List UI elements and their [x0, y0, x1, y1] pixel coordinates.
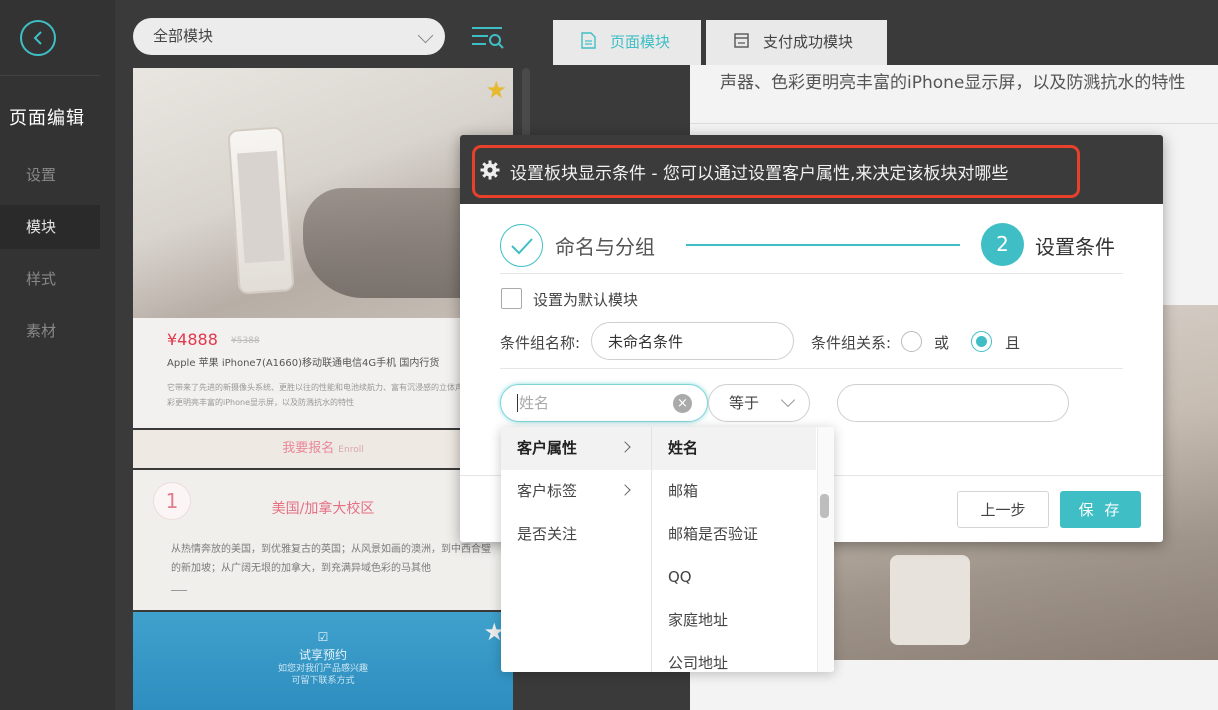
- default-module-checkbox[interactable]: [501, 288, 522, 309]
- trial-title: 试享预约: [298, 648, 347, 662]
- chevron-left-icon: [33, 31, 42, 45]
- relation-and-label: 且: [1005, 334, 1021, 352]
- attribute-option[interactable]: 邮箱是否验证: [652, 513, 816, 556]
- chevron-right-icon: [619, 484, 631, 496]
- sidebar-title: 页面编辑: [9, 108, 85, 129]
- product-old-price: ¥5388: [231, 336, 260, 346]
- gear-icon: [480, 160, 500, 180]
- attribute-option[interactable]: 家庭地址: [652, 599, 816, 642]
- group-name-input[interactable]: [591, 322, 794, 360]
- signup-module-card[interactable]: 我要报名 Enroll: [133, 430, 513, 468]
- step-progress-line: [686, 244, 960, 246]
- payment-icon: [734, 33, 749, 48]
- relation-or-radio[interactable]: [901, 331, 922, 352]
- canvas-divider: [690, 123, 1218, 124]
- group-name-label: 条件组名称:: [500, 334, 581, 352]
- attribute-placeholder: 姓名: [519, 394, 550, 412]
- attribute-option[interactable]: 姓名: [652, 427, 816, 470]
- default-module-label: 设置为默认模块: [533, 291, 639, 309]
- chevron-down-icon: [417, 27, 434, 44]
- category-follow-status[interactable]: 是否关注: [501, 513, 651, 556]
- checkmark-icon: [510, 237, 533, 254]
- tab-page-modules-label: 页面模块: [610, 33, 671, 51]
- attribute-cascade-menu: 客户属性 客户标签 是否关注 姓名 邮箱 邮箱是否验证 QQ 家庭地址 公司地址: [501, 427, 834, 672]
- canvas-text: 声器、色彩更明亮丰富的iPhone显示屏，以及防溅抗水的特性: [720, 73, 1186, 93]
- signup-label: 我要报名: [282, 441, 335, 456]
- sidebar-item-assets[interactable]: 素材: [0, 309, 100, 353]
- relation-or-label: 或: [934, 334, 950, 352]
- operator-value: 等于: [729, 394, 760, 412]
- previous-step-button[interactable]: 上一步: [957, 491, 1049, 528]
- text-caret: [517, 394, 518, 412]
- condition-value-input[interactable]: [837, 384, 1069, 422]
- attribute-option[interactable]: 邮箱: [652, 470, 816, 513]
- trial-module-card[interactable]: ☑ 试享预约 如您对我们产品感兴趣 可留下联系方式 ★: [133, 612, 513, 710]
- module-filter-value: 全部模块: [153, 27, 214, 45]
- category-label: 客户标签: [517, 482, 578, 500]
- step-2-label: 设置条件: [1035, 235, 1115, 259]
- save-button[interactable]: 保 存: [1060, 491, 1141, 528]
- attribute-scrollbar[interactable]: [817, 427, 834, 672]
- product-description: 它带来了先进的新摄像头系统、更胜以往的性能和电池续航力、富有沉浸感的立体声扬声器…: [167, 383, 503, 407]
- product-photo: [133, 68, 513, 318]
- campus-module-card[interactable]: 1 美国/加拿大校区 从热情奔放的美国，到优雅复古的英国；从风景如画的澳洲，到中…: [133, 470, 513, 610]
- campus-title: 美国/加拿大校区: [271, 501, 375, 517]
- operator-select[interactable]: 等于: [708, 384, 810, 422]
- attribute-column: 姓名 邮箱 邮箱是否验证 QQ 家庭地址 公司地址: [651, 427, 816, 672]
- sidebar-item-settings[interactable]: 设置: [0, 153, 100, 197]
- step-1-indicator: [500, 224, 543, 267]
- relation-and-radio[interactable]: [971, 331, 992, 352]
- clear-icon[interactable]: ×: [673, 394, 692, 413]
- campus-description: 从热情奔放的美国，到优雅复古的英国；从风景如画的澳洲，到中西合璧的新加坡；从广阔…: [171, 544, 491, 574]
- group-relation-label: 条件组关系:: [811, 334, 892, 352]
- dialog-header: 设置板块显示条件 - 您可以通过设置客户属性,来决定该板块对哪些: [460, 135, 1163, 204]
- step-2-indicator: 2: [981, 223, 1024, 266]
- filter-search-icon[interactable]: [470, 22, 506, 52]
- tab-payment-success[interactable]: 支付成功模块: [706, 20, 887, 65]
- sidebar-divider: [0, 75, 100, 76]
- category-label: 是否关注: [517, 525, 578, 543]
- phone-image: [227, 126, 295, 295]
- chevron-right-icon: [619, 441, 631, 453]
- document-icon: [581, 32, 596, 49]
- steps-divider: [500, 273, 1123, 274]
- attribute-option[interactable]: 公司地址: [652, 642, 816, 672]
- trial-line-1: 如您对我们产品感兴趣: [277, 664, 368, 674]
- star-icon[interactable]: ★: [485, 76, 507, 104]
- attribute-option[interactable]: QQ: [652, 556, 816, 599]
- sidebar-item-modules[interactable]: 模块: [0, 205, 100, 249]
- attribute-scrollbar-thumb[interactable]: [820, 494, 829, 518]
- category-column: 客户属性 客户标签 是否关注: [501, 427, 651, 672]
- category-customer-attributes[interactable]: 客户属性: [501, 427, 651, 470]
- product-module-card[interactable]: ★ ¥4888 ¥5388 Apple 苹果 iPhone7(A1660)移动联…: [133, 68, 513, 428]
- category-customer-tags[interactable]: 客户标签: [501, 470, 651, 513]
- left-sidebar: 页面编辑 设置 模块 样式 素材: [0, 0, 115, 710]
- checkbox-icon: ☑: [317, 630, 329, 644]
- signup-label-en: Enroll: [338, 445, 364, 455]
- sidebar-item-styles[interactable]: 样式: [0, 257, 100, 301]
- condition-divider: [500, 368, 1123, 369]
- back-button[interactable]: [20, 20, 56, 56]
- tab-page-modules[interactable]: 页面模块: [553, 20, 701, 65]
- product-price: ¥4888: [167, 330, 218, 349]
- category-label: 客户属性: [517, 439, 578, 457]
- trial-line-2: 可留下联系方式: [291, 676, 355, 686]
- product-title: Apple 苹果 iPhone7(A1660)移动联通电信4G手机 国内行货: [167, 358, 440, 369]
- step-1-label: 命名与分组: [555, 235, 655, 259]
- tab-payment-success-label: 支付成功模块: [763, 33, 854, 51]
- chevron-down-icon: [780, 392, 796, 408]
- dialog-title: 设置板块显示条件 - 您可以通过设置客户属性,来决定该板块对哪些: [510, 164, 1009, 184]
- module-filter-select[interactable]: 全部模块: [133, 18, 445, 55]
- campus-dash: [171, 590, 187, 591]
